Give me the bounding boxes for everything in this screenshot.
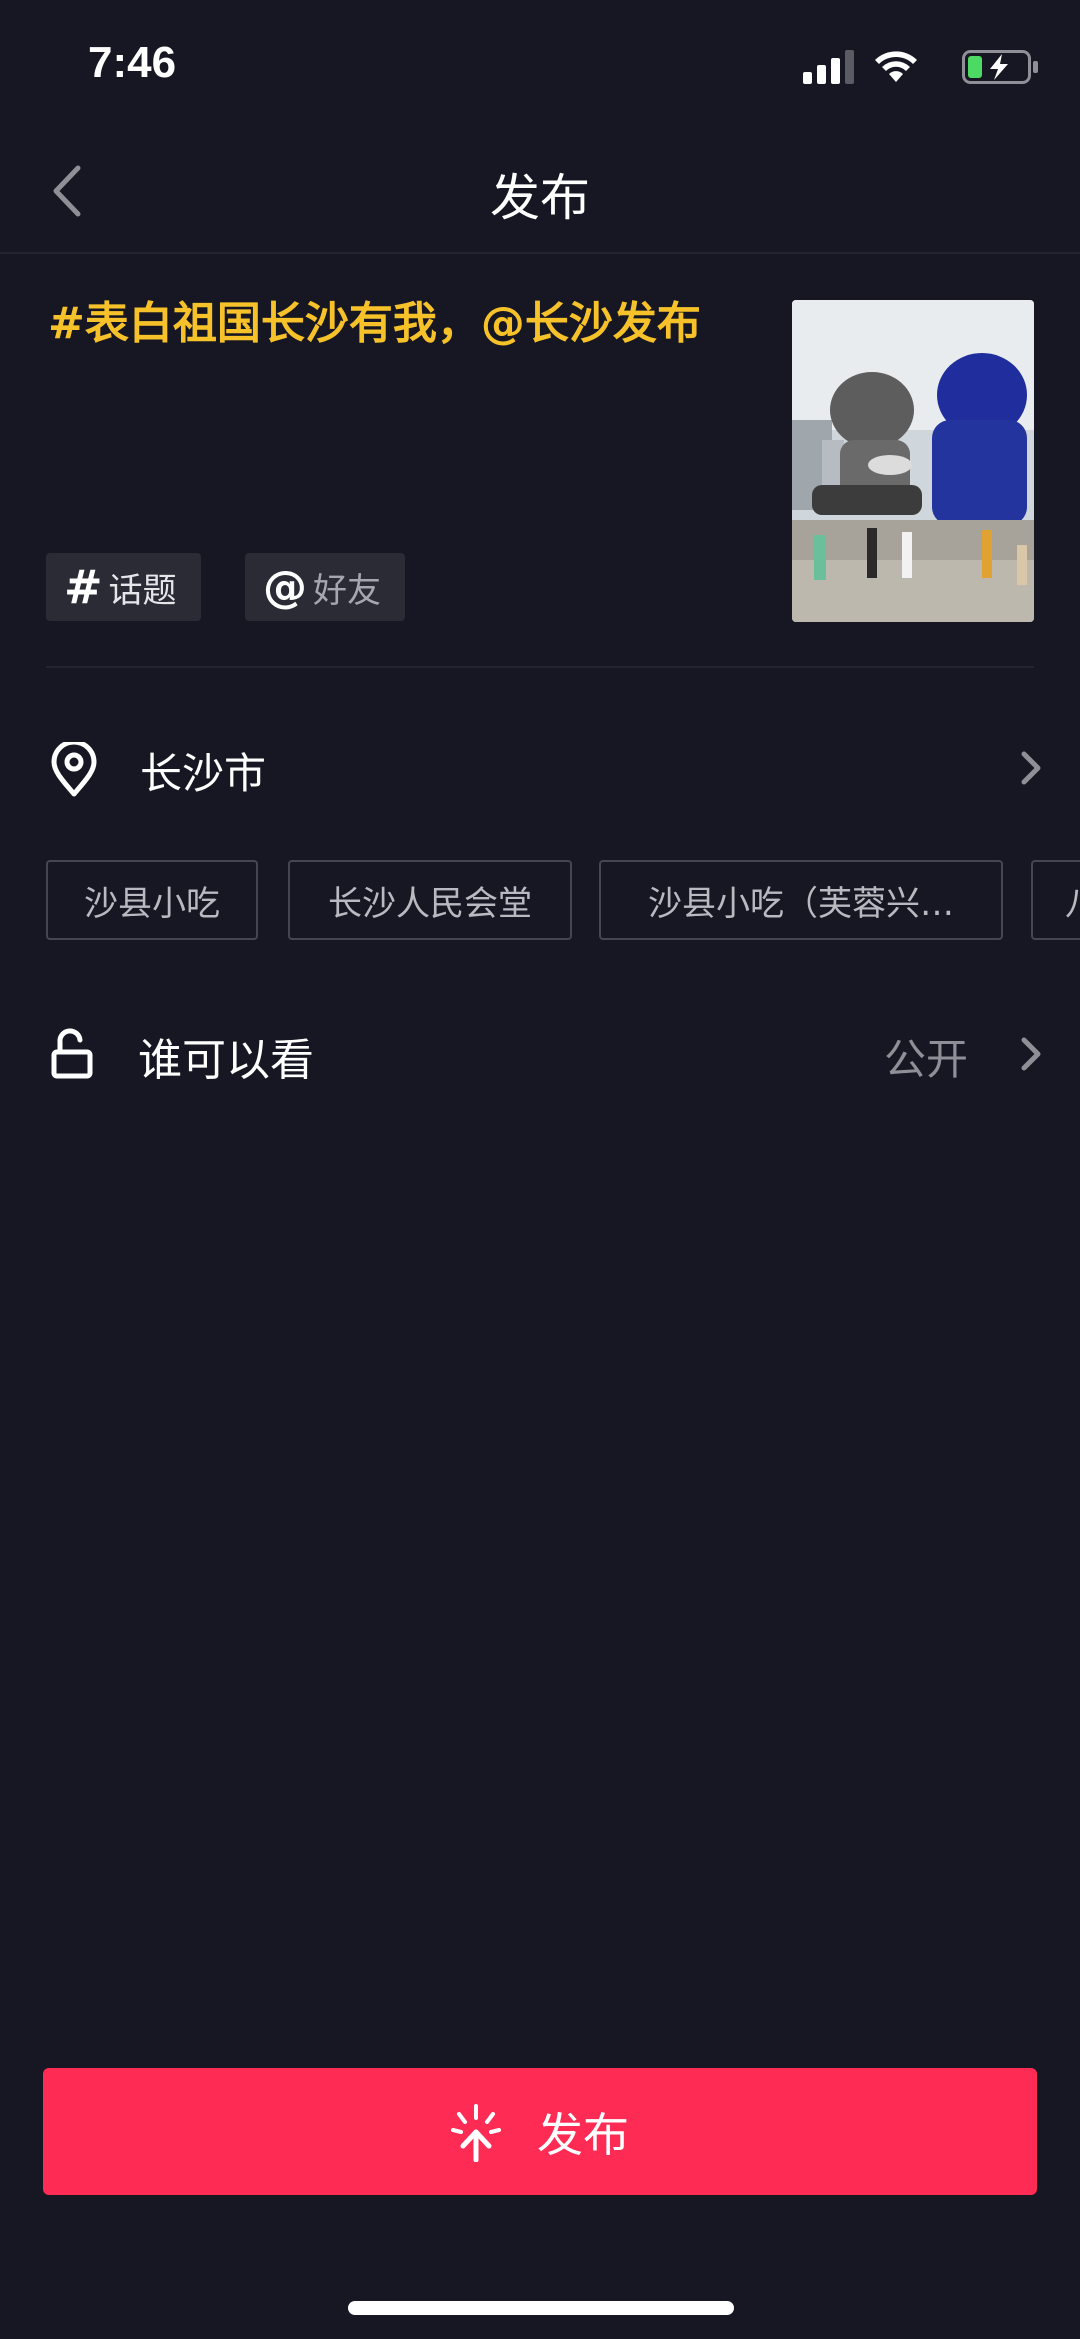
location-row[interactable]: 长沙市 (0, 710, 1080, 825)
upload-spark-icon (451, 2103, 501, 2162)
location-suggestion[interactable]: 长沙人民会堂 (288, 860, 572, 940)
location-pin-icon (51, 742, 97, 797)
header: 发布 (0, 130, 1080, 254)
topic-chip-label: 话题 (108, 570, 177, 611)
location-suggestions: 沙县小吃 长沙人民会堂 沙县小吃（芙蓉兴… 八 (0, 860, 1080, 942)
visibility-label: 谁可以看 (138, 1035, 314, 1086)
friend-chip-label: 好友 (313, 570, 381, 611)
caption-hashtag: #表白祖国长沙有我 (48, 298, 437, 349)
caption-mention: @长沙发布 (480, 298, 701, 349)
chevron-right-icon (1021, 1037, 1041, 1071)
topic-chip[interactable]: # 话题 (46, 553, 201, 621)
caption-separator: ， (436, 298, 481, 349)
battery-charging-icon (962, 50, 1038, 84)
unlock-icon (51, 1028, 93, 1079)
video-cover-thumbnail[interactable] (792, 300, 1034, 622)
at-icon: @ (263, 561, 307, 613)
divider (46, 666, 1034, 668)
hashtag-icon: # (64, 560, 103, 614)
visibility-row[interactable]: 谁可以看 公开 (0, 998, 1080, 1108)
location-label: 长沙市 (140, 749, 267, 798)
status-icons (780, 46, 1040, 86)
location-suggestion[interactable]: 沙县小吃（芙蓉兴… (599, 860, 1003, 940)
status-time: 7:46 (88, 38, 177, 87)
publish-screen: 7:46 发布 #表白祖国长沙有我，@长沙发布 # 话题 @ 好友 长沙市 沙县… (0, 0, 1080, 2339)
status-bar: 7:46 (0, 0, 1080, 130)
cover-image (792, 300, 1034, 622)
page-title: 发布 (490, 169, 590, 227)
visibility-value: 公开 (883, 1035, 968, 1084)
publish-button-label: 发布 (537, 2107, 629, 2162)
mention-friend-chip[interactable]: @ 好友 (245, 553, 405, 621)
publish-button[interactable]: 发布 (43, 2068, 1037, 2195)
wifi-icon (875, 51, 917, 82)
chevron-right-icon (1021, 751, 1041, 785)
signal-icon (803, 50, 854, 84)
location-suggestion[interactable]: 沙县小吃 (46, 860, 258, 940)
location-suggestion[interactable]: 八 (1031, 860, 1080, 940)
home-indicator (348, 2301, 734, 2315)
caption-text[interactable]: #表白祖国长沙有我，@长沙发布 (48, 292, 768, 356)
